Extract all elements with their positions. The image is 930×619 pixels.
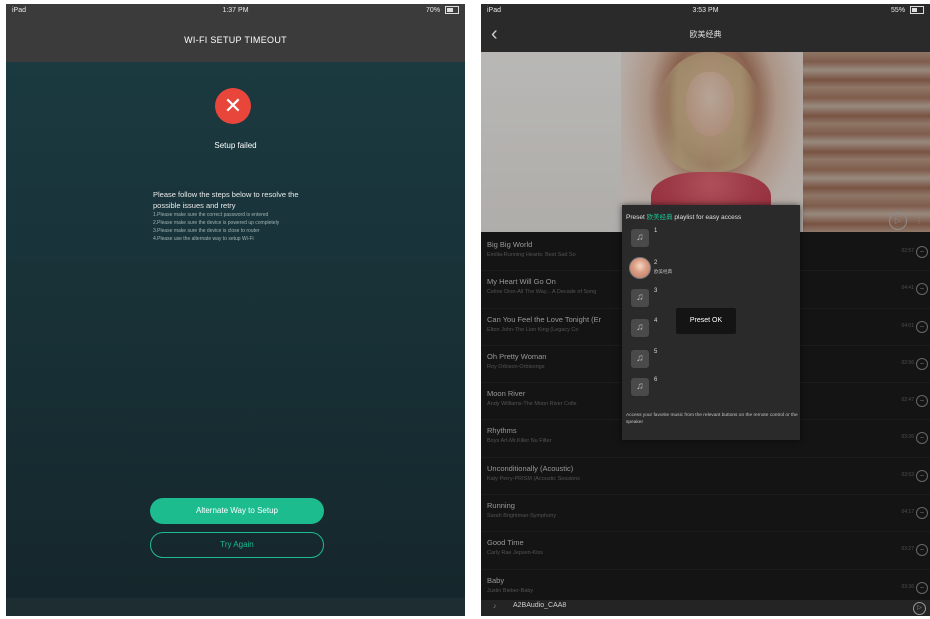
alternate-setup-button[interactable]: Alternate Way to Setup	[150, 498, 324, 524]
song-artist-album: Sarah Brightman-Symphony	[487, 513, 557, 520]
setup-failed-text: Setup failed	[214, 141, 257, 150]
song-title: Moon River	[487, 389, 526, 399]
song-duration: 02:56	[901, 359, 914, 366]
playlist-name-highlight: 欧美经典	[646, 214, 673, 221]
preset-number: 1	[654, 228, 658, 234]
remove-circle-icon[interactable]: −	[916, 469, 928, 482]
wifi-setup-timeout-screen: iPad 1:37 PM 70% WI-FI SETUP TIMEOUT ✕ S…	[6, 4, 465, 616]
playlist-title: 欧美经典	[689, 30, 722, 39]
song-duration: 04:01	[901, 322, 914, 329]
preset-slot-1[interactable]: ♫ 1	[626, 225, 796, 249]
song-artist-album: Boys Art-Mr.Killer Nu Filter	[487, 438, 552, 445]
song-title: Oh Pretty Woman	[487, 351, 547, 361]
song-title: Rhythms	[487, 426, 517, 436]
song-row[interactable]: Running Sarah Brightman-Symphony 04:17 −	[481, 495, 930, 533]
preset-popup-heading: Preset 欧美经典 playlist for easy access	[626, 214, 742, 221]
preset-number: 5	[654, 349, 658, 355]
instruction-step: 1.Please make sure the correct password …	[153, 212, 269, 218]
status-bar: iPad 1:37 PM 70%	[6, 4, 465, 18]
remove-circle-icon[interactable]: −	[916, 320, 928, 333]
try-again-button[interactable]: Try Again	[150, 532, 324, 558]
battery-percent: 70%	[426, 7, 441, 14]
preset-number: 2	[654, 260, 658, 266]
song-artist-album: Andy Williams-The Moon River Colle	[487, 401, 577, 408]
troubleshooting-instructions: Please follow the steps below to resolve…	[153, 189, 325, 243]
instruction-step: 4.Please use the alternate way to setup …	[153, 236, 254, 242]
battery-indicator: 55%	[891, 4, 924, 18]
instruction-step: 3.Please make sure the device is close t…	[153, 228, 260, 234]
preset-footer-note: Access your favorite music from the rele…	[626, 413, 798, 425]
device-name: A2BAudio_CAA8	[513, 602, 567, 609]
song-duration: 03:26	[901, 434, 914, 441]
preset-slot-5[interactable]: ♫ 5	[626, 346, 796, 370]
close-x-icon: ✕	[215, 88, 251, 124]
song-row[interactable]: Good Time Carly Rae Jepsen-Kiss 03:27 −	[481, 532, 930, 570]
song-artist-album: Celine Dion-All The Way... A Decade of S…	[487, 289, 597, 296]
playlist-thumbnail	[629, 257, 651, 279]
remove-circle-icon[interactable]: −	[916, 507, 928, 520]
bottom-band	[6, 598, 465, 616]
song-duration: 03:27	[901, 546, 914, 553]
preset-number: 3	[654, 288, 658, 294]
play-icon[interactable]: ▷	[913, 602, 926, 615]
mini-player[interactable]: ♪ A2BAudio_CAA8 ▷	[481, 600, 930, 616]
song-artist-album: Emilia-Running Hearts: Best Sad So	[487, 252, 576, 258]
song-title: Good Time	[487, 538, 524, 548]
song-duration: 04:41	[901, 285, 914, 292]
battery-icon	[445, 6, 459, 15]
song-duration: 03:53	[901, 471, 914, 478]
song-artist-album: Elton John-The Lion King (Legacy Co	[487, 326, 579, 333]
song-duration: 03:36	[901, 583, 914, 590]
song-title: Can You Feel the Love Tonight (Er	[487, 314, 602, 324]
more-icon[interactable]: ⋮	[915, 216, 923, 225]
preset-number: 4	[654, 318, 658, 324]
battery-icon	[910, 6, 924, 15]
remove-circle-icon[interactable]: −	[916, 544, 928, 557]
preset-ok-toast: Preset OK	[676, 308, 736, 334]
song-artist-album: Katy Perry-PRISM (Acoustic Sessions	[487, 475, 580, 482]
song-title: Running	[487, 501, 515, 511]
preset-number: 6	[654, 377, 658, 383]
music-note-icon: ♫	[631, 229, 649, 247]
playlist-screen: iPad 3:53 PM 55% ‹ 欧美经典 ▷ ⋮ Big Big Worl…	[481, 4, 930, 616]
song-duration: 04:17	[901, 509, 914, 516]
preset-playlist-name: 欧美经典	[654, 269, 672, 274]
song-artist-album: Carly Rae Jepsen-Kiss	[487, 550, 543, 557]
remove-circle-icon[interactable]: −	[916, 357, 928, 370]
song-title: Baby	[487, 575, 505, 585]
play-all-icon[interactable]: ▷	[889, 212, 907, 230]
song-artist-album: Roy Orbison-Orbisongs	[487, 363, 545, 370]
song-duration: 02:57	[901, 248, 914, 254]
song-duration: 02:47	[901, 397, 914, 404]
battery-percent: 55%	[891, 7, 906, 14]
preset-slot-6[interactable]: ♫ 6	[626, 374, 796, 398]
preset-slot-3[interactable]: ♫ 3	[626, 285, 796, 309]
song-title: Unconditionally (Acoustic)	[487, 463, 574, 473]
status-bar: iPad 3:53 PM 55%	[481, 4, 930, 18]
remove-circle-icon[interactable]: −	[916, 581, 928, 594]
music-note-icon: ♫	[631, 350, 649, 368]
remove-circle-icon[interactable]: −	[916, 395, 928, 408]
remove-circle-icon[interactable]: −	[916, 246, 928, 258]
music-note-icon: ♫	[631, 378, 649, 396]
instructions-heading: Please follow the steps below to resolve…	[153, 190, 299, 210]
speaker-icon: ♪	[493, 603, 497, 610]
music-note-icon: ♫	[631, 319, 649, 337]
music-note-icon: ♫	[631, 289, 649, 307]
nav-bar: ‹ 欧美经典	[481, 18, 930, 52]
preset-slot-2[interactable]: 2 欧美经典	[626, 257, 796, 281]
song-artist-album: Justin Bieber-Baby	[487, 587, 534, 594]
instruction-step: 2.Please make sure the device is powered…	[153, 220, 280, 226]
page-title: WI-FI SETUP TIMEOUT	[6, 18, 465, 62]
clock: 1:37 PM	[222, 7, 249, 14]
remove-circle-icon[interactable]: −	[916, 432, 928, 445]
song-title: Big Big World	[487, 240, 533, 249]
song-title: My Heart Will Go On	[487, 277, 556, 287]
clock: 3:53 PM	[692, 7, 719, 14]
song-row[interactable]: Unconditionally (Acoustic) Katy Perry-PR…	[481, 458, 930, 496]
remove-circle-icon[interactable]: −	[916, 283, 928, 296]
battery-indicator: 70%	[426, 4, 459, 18]
